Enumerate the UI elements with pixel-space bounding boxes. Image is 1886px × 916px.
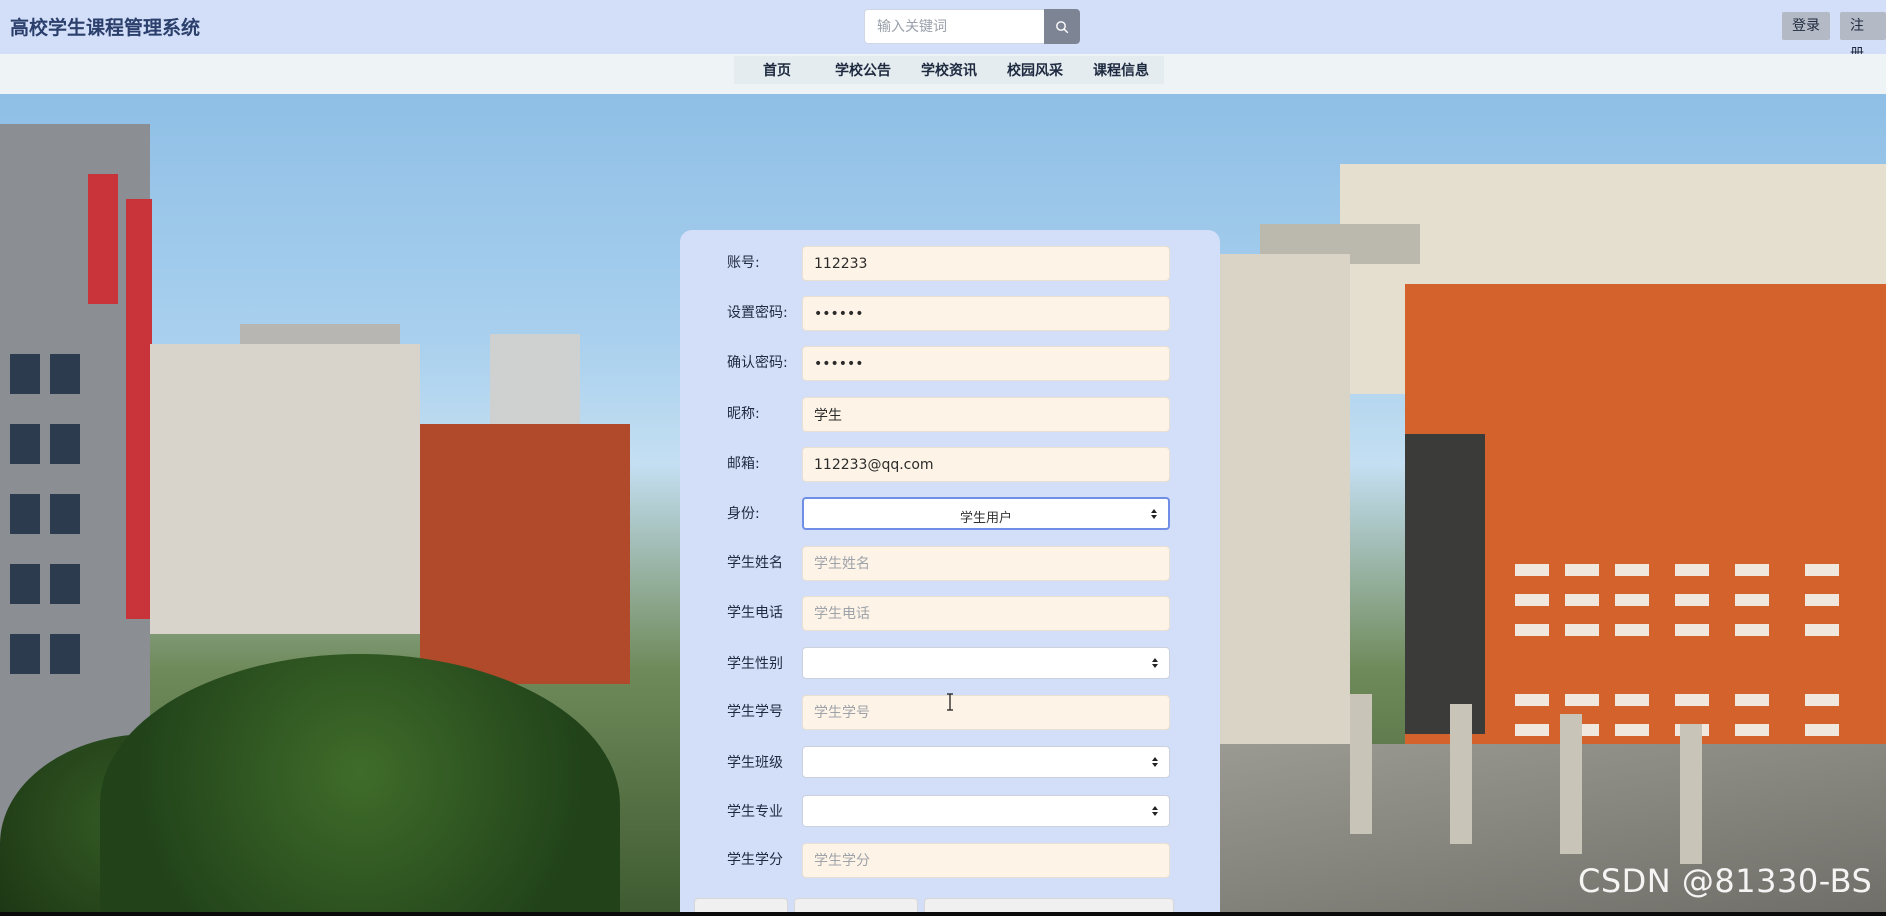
password-label: 设置密码: <box>727 305 788 321</box>
row-password: 设置密码: <box>680 296 1220 336</box>
select-arrows-icon <box>1152 658 1158 668</box>
site-title: 高校学生课程管理系统 <box>10 17 201 39</box>
text-cursor-icon <box>947 693 953 711</box>
red-building-left <box>420 424 630 684</box>
identity-label: 身份: <box>727 506 760 522</box>
middle-building <box>150 344 420 634</box>
student-id-input[interactable] <box>802 695 1170 730</box>
white-building-right <box>1210 254 1350 774</box>
search-icon <box>1056 20 1069 33</box>
student-major-label: 学生专业 <box>727 804 783 820</box>
row-nickname: 昵称: <box>680 397 1220 437</box>
nav-item-courses[interactable]: 课程信息 <box>1078 60 1164 80</box>
red-banner-small <box>88 174 118 304</box>
nav-item-announcements[interactable]: 学校公告 <box>820 60 906 80</box>
student-class-select[interactable] <box>802 746 1170 778</box>
row-account: 账号: <box>680 246 1220 286</box>
account-input[interactable] <box>802 246 1170 281</box>
registration-form: 账号: 设置密码: 确认密码: 昵称: 邮箱: 身份: 学生用户 学生姓名 学生… <box>680 230 1220 916</box>
trees-center <box>100 654 620 916</box>
student-credit-input[interactable] <box>802 843 1170 878</box>
nav-item-home[interactable]: 首页 <box>734 60 820 80</box>
student-name-label: 学生姓名 <box>727 555 783 571</box>
nav-item-news[interactable]: 学校资讯 <box>906 60 992 80</box>
student-phone-label: 学生电话 <box>727 605 783 621</box>
student-name-input[interactable] <box>802 546 1170 581</box>
login-button[interactable]: 登录 <box>1782 12 1830 40</box>
nickname-label: 昵称: <box>727 406 760 422</box>
row-student-name: 学生姓名 <box>680 546 1220 586</box>
row-student-major: 学生专业 <box>680 795 1220 835</box>
confirm-password-label: 确认密码: <box>727 355 788 371</box>
main-nav: 首页 学校公告 学校资讯 校园风采 课程信息 <box>734 56 1164 84</box>
email-label: 邮箱: <box>727 456 760 472</box>
confirm-password-input[interactable] <box>802 346 1170 381</box>
row-confirm-password: 确认密码: <box>680 346 1220 386</box>
nickname-input[interactable] <box>802 397 1170 432</box>
search-input[interactable] <box>864 9 1044 44</box>
student-id-label: 学生学号 <box>727 704 783 720</box>
identity-select[interactable]: 学生用户 <box>802 497 1170 530</box>
student-phone-input[interactable] <box>802 596 1170 631</box>
row-student-class: 学生班级 <box>680 746 1220 786</box>
password-input[interactable] <box>802 296 1170 331</box>
student-major-select[interactable] <box>802 795 1170 827</box>
row-student-gender: 学生性别 <box>680 647 1220 687</box>
nav-item-campus[interactable]: 校园风采 <box>992 60 1078 80</box>
select-arrows-icon <box>1152 757 1158 767</box>
red-banner <box>126 199 152 619</box>
account-label: 账号: <box>727 255 760 271</box>
search-bar <box>864 9 1080 44</box>
student-gender-label: 学生性别 <box>727 656 783 672</box>
email-input[interactable] <box>802 447 1170 482</box>
student-credit-label: 学生学分 <box>727 852 783 868</box>
select-arrows-icon <box>1151 509 1157 519</box>
row-identity: 身份: 学生用户 <box>680 497 1220 537</box>
row-student-phone: 学生电话 <box>680 596 1220 636</box>
select-arrows-icon <box>1152 806 1158 816</box>
row-email: 邮箱: <box>680 447 1220 487</box>
watermark: CSDN @81330-BS <box>1578 862 1873 900</box>
top-header: 高校学生课程管理系统 登录 注册 <box>0 0 1886 62</box>
student-class-label: 学生班级 <box>727 755 783 771</box>
search-button[interactable] <box>1044 9 1080 44</box>
register-button[interactable]: 注册 <box>1840 12 1886 62</box>
student-gender-select[interactable] <box>802 647 1170 679</box>
row-student-credit: 学生学分 <box>680 843 1220 883</box>
identity-select-value: 学生用户 <box>959 511 1012 526</box>
